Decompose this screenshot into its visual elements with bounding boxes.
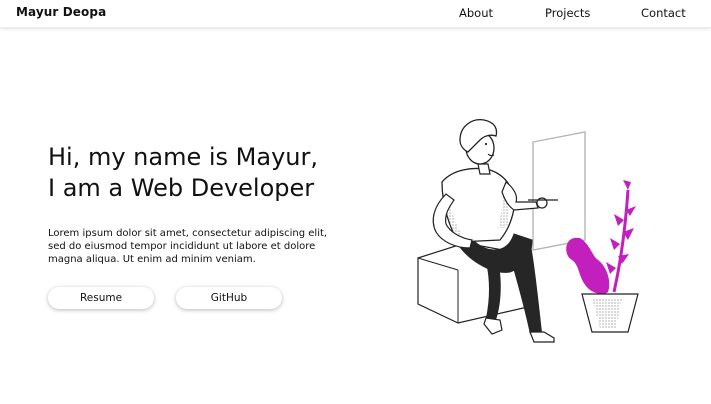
hero-description-line: magna aliqua. Ut enim ad minim veniam.: [48, 254, 256, 265]
nav-link-about[interactable]: About: [459, 6, 493, 20]
hero-title-line: I am a Web Developer: [48, 174, 315, 202]
hero-description-line: Lorem ipsum dolor sit amet, consectetur …: [48, 228, 328, 239]
nav-link-projects[interactable]: Projects: [545, 6, 590, 20]
head: [459, 119, 498, 175]
hero-description: Lorem ipsum dolor sit amet, consectetur …: [48, 227, 368, 266]
developer-illustration: [417, 119, 639, 343]
nav-link-contact[interactable]: Contact: [641, 6, 686, 20]
navbar: Mayur Deopa About Projects Contact: [0, 0, 711, 28]
hero-description-line: sed do eiusmod tempor incididunt ut labo…: [48, 241, 316, 252]
hero-title-line: Hi, my name is Mayur,: [48, 143, 318, 171]
resume-button[interactable]: Resume: [48, 287, 154, 309]
torso: [441, 167, 516, 243]
plant: [566, 180, 639, 333]
brand-logo[interactable]: Mayur Deopa: [16, 5, 106, 19]
virtual-screen: [532, 131, 586, 251]
github-button[interactable]: GitHub: [176, 287, 282, 309]
hero-title: Hi, my name is Mayur, I am a Web Develop…: [48, 142, 318, 204]
